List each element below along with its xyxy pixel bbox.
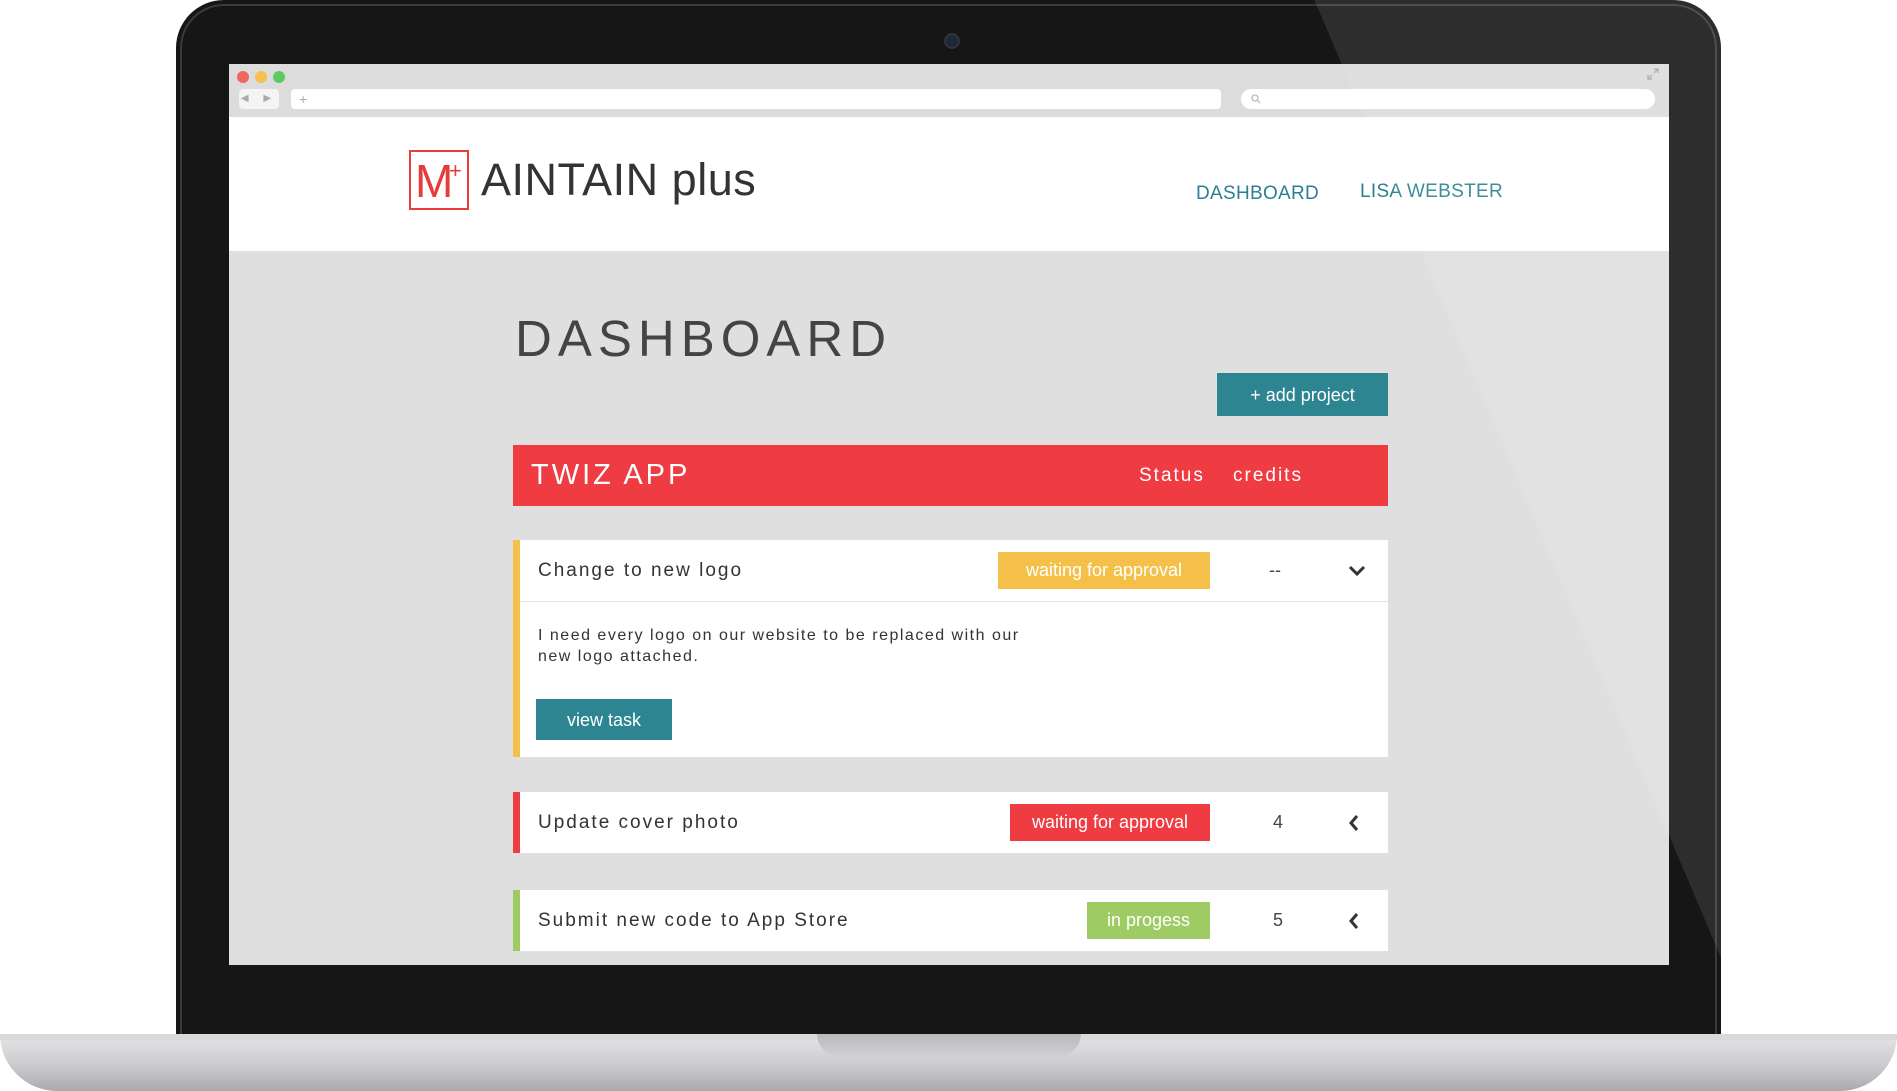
address-bar[interactable]: + (291, 89, 1221, 109)
logo-plus-icon: + (449, 158, 462, 183)
back-forward-buttons[interactable]: ◀ ▶ (239, 89, 279, 109)
task-divider (520, 601, 1388, 602)
status-badge: waiting for approval (1010, 804, 1210, 841)
task-credits: 5 (1272, 910, 1283, 930)
view-task-button[interactable]: view task (536, 699, 672, 740)
expand-icon[interactable] (1647, 68, 1659, 83)
add-project-button[interactable]: + add project (1217, 373, 1388, 416)
camera-icon (944, 33, 960, 49)
status-badge: in progess (1087, 902, 1210, 939)
task-description: I need every logo on our website to be r… (538, 627, 1020, 665)
task-title: Update cover photo (538, 812, 740, 833)
logo[interactable]: M + (409, 150, 469, 210)
status-badge: waiting for approval (998, 552, 1210, 589)
task-credits: -- (1269, 560, 1281, 580)
status-column-header: Status (1139, 465, 1205, 486)
task-title: Submit new code to App Store (538, 910, 850, 931)
task-card: Update cover photo waiting for approval … (513, 792, 1388, 853)
maximize-window-icon[interactable] (273, 71, 285, 83)
chevron-down-icon[interactable] (1348, 540, 1366, 601)
project-header: TWIZ APP Status credits (513, 445, 1388, 506)
screen: ◀ ▶ + M + AINTAIN plus DASHBOARD LISA WE… (229, 64, 1669, 965)
credits-column-header: credits (1233, 465, 1303, 486)
logo-text: AINTAIN plus (481, 154, 757, 205)
logo-letter: M (415, 155, 454, 207)
task-card: Change to new logo waiting for approval … (513, 540, 1388, 757)
chevron-left-icon[interactable] (1348, 792, 1360, 853)
task-row[interactable]: Change to new logo waiting for approval … (513, 540, 1388, 601)
nav-dashboard-link[interactable]: DASHBOARD (1196, 183, 1319, 205)
task-card: Submit new code to App Store in progess … (513, 890, 1388, 951)
new-tab-icon[interactable]: + (299, 89, 307, 109)
search-icon (1251, 89, 1261, 109)
browser-chrome: ◀ ▶ + (229, 64, 1669, 117)
nav-user-link[interactable]: LISA WEBSTER (1360, 181, 1503, 203)
task-row[interactable]: Update cover photo waiting for approval … (513, 792, 1388, 853)
browser-search-bar[interactable] (1241, 89, 1655, 109)
chevron-left-icon[interactable] (1348, 890, 1360, 951)
task-credits: 4 (1272, 812, 1283, 832)
close-window-icon[interactable] (237, 71, 249, 83)
project-name: TWIZ APP (531, 459, 691, 491)
laptop-base-notch (817, 1034, 1081, 1056)
minimize-window-icon[interactable] (255, 71, 267, 83)
task-title: Change to new logo (538, 560, 744, 581)
site-header: M + AINTAIN plus DASHBOARD LISA WEBSTER (229, 117, 1669, 251)
page-title: DASHBOARD (515, 310, 893, 367)
task-row[interactable]: Submit new code to App Store in progess … (513, 890, 1388, 951)
